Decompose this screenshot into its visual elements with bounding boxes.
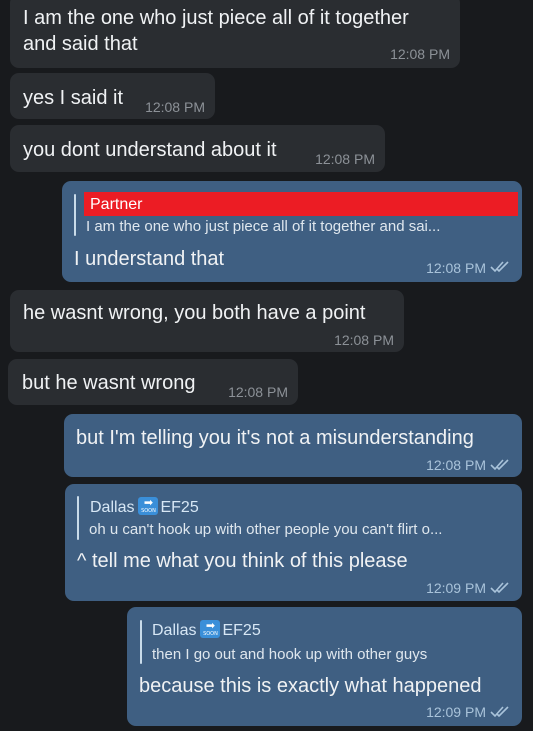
incoming-message[interactable]: I am the one who just piece all of it to…	[10, 0, 460, 68]
message-text: and said that	[23, 33, 138, 55]
reply-quote-bar	[77, 496, 79, 540]
message-text: I am the one who just piece all of it to…	[23, 7, 409, 29]
reply-quoted-text: I am the one who just piece all of it to…	[86, 218, 441, 235]
message-text: he wasnt wrong, you both have a point	[23, 302, 366, 324]
reply-sender-suffix: EF25	[160, 499, 199, 516]
reply-quote-bar	[74, 194, 76, 236]
redaction-block	[84, 192, 518, 216]
chat-view: I am the one who just piece all of it to…	[0, 0, 533, 731]
reply-quoted-text: then I go out and hook up with other guy…	[152, 646, 428, 663]
reply-sender-first: Dallas	[152, 622, 197, 639]
message-time: 12:08 PM	[315, 151, 375, 167]
incoming-message[interactable]: yes I said it 12:08 PM	[10, 73, 215, 119]
incoming-message[interactable]: you dont understand about it 12:08 PM	[10, 125, 385, 172]
message-text: you dont understand about it	[23, 139, 277, 161]
incoming-message[interactable]: but he wasnt wrong 12:08 PM	[8, 359, 298, 405]
outgoing-message[interactable]: Partner I am the one who just piece all …	[62, 181, 522, 282]
reply-quoted-text: oh u can't hook up with other people you…	[89, 521, 443, 538]
message-text: but I'm telling you it's not a misunders…	[76, 427, 474, 449]
reply-sender-name: Dallas ➡ SOON EF25	[90, 497, 199, 517]
outgoing-message[interactable]: Dallas ➡ SOON EF25 then I go out and hook u…	[127, 607, 522, 726]
soon-arrow-icon: ➡ SOON	[138, 497, 159, 515]
message-text: but he wasnt wrong	[22, 372, 196, 394]
outgoing-message[interactable]: but I'm telling you it's not a misunders…	[64, 414, 522, 477]
message-time: 12:08 PM	[426, 260, 486, 276]
message-time: 12:08 PM	[426, 457, 486, 473]
message-text: because this is exactly what happened	[139, 675, 482, 697]
reply-sender-first: Dallas	[90, 499, 135, 516]
message-time: 12:08 PM	[228, 384, 288, 400]
message-time: 12:09 PM	[426, 704, 486, 720]
double-check-icon	[490, 459, 509, 471]
outgoing-message[interactable]: Dallas ➡ SOON EF25 oh u can't hook up with …	[65, 484, 522, 601]
reply-sender-name: Partner	[90, 196, 143, 213]
double-check-icon	[490, 582, 509, 594]
message-text: yes I said it	[23, 87, 124, 109]
soon-arrow-icon: ➡ SOON	[200, 620, 221, 638]
message-time: 12:08 PM	[145, 99, 205, 115]
message-text: I understand that	[74, 248, 225, 270]
reply-sender-suffix: EF25	[222, 622, 261, 639]
message-time: 12:09 PM	[426, 580, 486, 596]
message-time: 12:08 PM	[390, 46, 450, 62]
double-check-icon	[490, 261, 509, 273]
reply-quote-bar	[140, 620, 142, 664]
incoming-message[interactable]: he wasnt wrong, you both have a point 12…	[10, 290, 404, 352]
message-time: 12:08 PM	[334, 332, 394, 348]
reply-sender-name: Dallas ➡ SOON EF25	[152, 620, 261, 640]
double-check-icon	[490, 706, 509, 718]
message-text: ^ tell me what you think of this please	[77, 550, 408, 572]
